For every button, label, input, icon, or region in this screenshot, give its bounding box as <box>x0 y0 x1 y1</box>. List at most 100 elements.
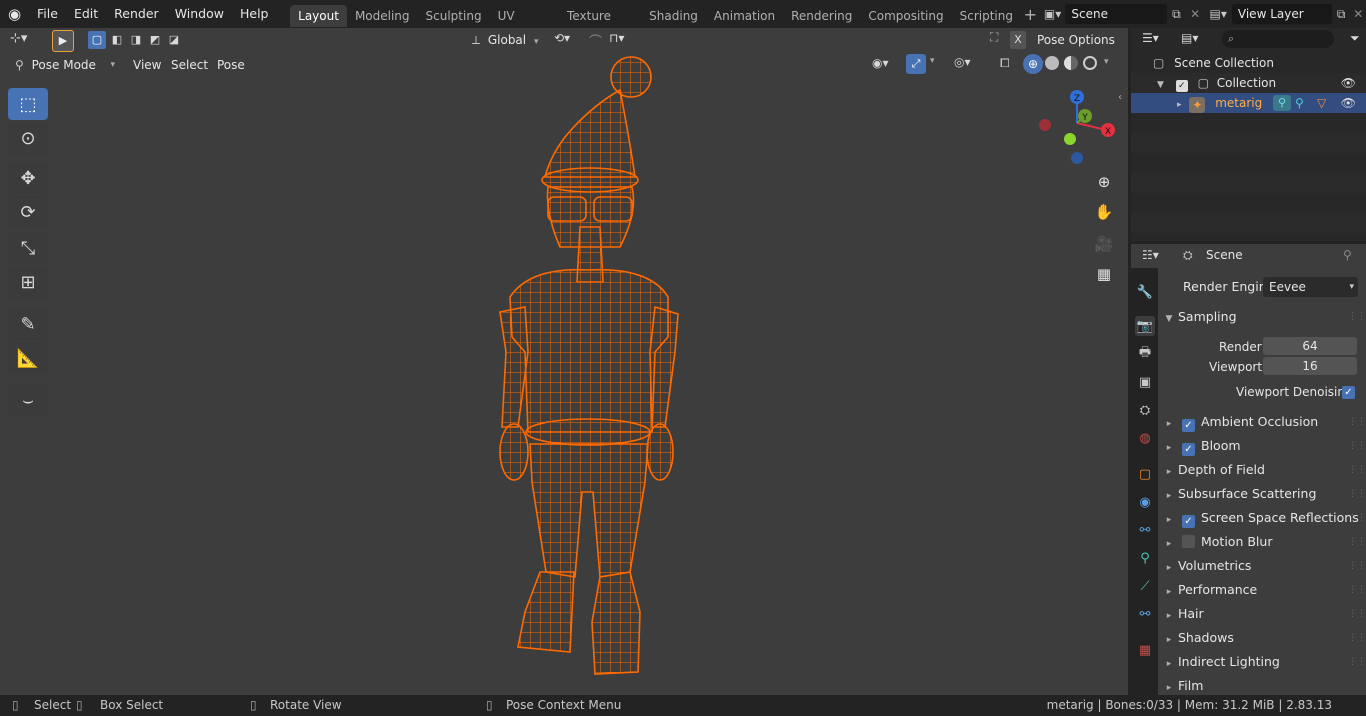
remove-scene-icon[interactable]: ✕ <box>1186 7 1205 21</box>
exclude-checkbox[interactable]: ✓ <box>1175 80 1188 92</box>
panel-performance[interactable]: ▸ Performance ⋮⋮ <box>1160 578 1366 602</box>
scene-name-field[interactable]: Scene <box>1065 4 1168 24</box>
drag-handle-icon[interactable]: ⋮⋮ <box>1348 410 1366 434</box>
texture-tab-icon[interactable]: ▦ <box>1135 640 1155 660</box>
ambient-occlusion-checkbox[interactable] <box>1182 419 1195 432</box>
render-engine-dropdown[interactable]: Eevee ▾ <box>1263 277 1358 297</box>
constraints-tab-icon[interactable]: ⚯ <box>1135 520 1155 540</box>
menu-file[interactable]: File <box>29 0 66 28</box>
pan-hand-icon[interactable]: ✋ <box>1092 200 1116 224</box>
armature-data-icon[interactable]: ⚲ <box>1295 93 1304 113</box>
drag-handle-icon[interactable]: ⋮⋮ <box>1348 554 1366 578</box>
menu-edit[interactable]: Edit <box>66 0 106 28</box>
filter-icon[interactable]: ⏷ <box>1350 31 1360 46</box>
zoom-icon[interactable]: ⊕ <box>1092 170 1116 194</box>
motion-blur-checkbox[interactable] <box>1182 535 1195 548</box>
panel-bloom[interactable]: ▸Bloom ⋮⋮ <box>1160 434 1366 458</box>
drag-handle-icon[interactable]: ⋮⋮ <box>1348 650 1366 674</box>
physics-tab-icon[interactable]: ◉ <box>1135 492 1155 512</box>
panel-screen-space-reflections[interactable]: ▸Screen Space Reflections ⋮⋮ <box>1160 506 1366 530</box>
overlays-toggle-icon[interactable]: ◎▾ <box>954 55 984 69</box>
panel-motion-blur[interactable]: ▸ Motion Blur ⋮⋮ <box>1160 530 1366 554</box>
shading-material-icon[interactable] <box>1064 56 1078 70</box>
annotate-tool-icon[interactable]: ✎ <box>8 308 48 340</box>
expand-icon[interactable]: ▸ <box>1177 100 1182 110</box>
armature-data-tab-icon[interactable]: ⚲ <box>1135 548 1155 568</box>
camera-view-icon[interactable]: 🎥 <box>1092 232 1116 256</box>
drag-handle-icon[interactable]: ⋮⋮ <box>1348 626 1366 650</box>
snap-toggle-icon[interactable]: ⌒ <box>589 31 609 50</box>
panel-hair[interactable]: ▸ Hair ⋮⋮ <box>1160 602 1366 626</box>
drag-handle-icon[interactable]: ⋮⋮ <box>1348 578 1366 602</box>
tab-compositing[interactable]: Compositing <box>860 5 951 27</box>
panel-ambient-occlusion[interactable]: ▸Ambient Occlusion ⋮⋮ <box>1160 410 1366 434</box>
bone-tab-icon[interactable]: ⟋ <box>1135 576 1155 596</box>
panel-volumetrics[interactable]: ▸ Volumetrics ⋮⋮ <box>1160 554 1366 578</box>
tab-scripting[interactable]: Scripting <box>952 5 1021 27</box>
tool-tab-icon[interactable]: 🔧 <box>1135 282 1155 302</box>
scene-tab-icon[interactable]: ⛭ <box>1135 400 1155 420</box>
xray-toggle-icon[interactable]: ⧠ <box>1000 56 1016 71</box>
eye-icon[interactable]: 👁 <box>1341 73 1356 93</box>
drag-handle-icon[interactable]: ⋮⋮ <box>1348 458 1366 482</box>
view-layer-selector-icon[interactable]: ▤▾ <box>1205 7 1232 21</box>
viewport-samples-field[interactable]: 16 <box>1263 357 1357 375</box>
perspective-toggle-icon[interactable]: ▦ <box>1092 262 1116 286</box>
tab-shading[interactable]: Shading <box>641 5 706 27</box>
selection-mode-invert-icon[interactable]: ◩ <box>146 31 164 49</box>
render-tab-icon[interactable]: 📷 <box>1135 316 1155 336</box>
render-samples-field[interactable]: 64 <box>1263 337 1357 355</box>
menu-window[interactable]: Window <box>167 0 232 28</box>
drag-handle-icon[interactable]: ⋮⋮ <box>1348 530 1366 554</box>
rotate-tool-icon[interactable]: ⟳ <box>8 196 48 228</box>
blender-logo-icon[interactable]: ◉ <box>0 5 29 23</box>
viewport-denoising-checkbox[interactable] <box>1342 386 1355 399</box>
pose-data-icon[interactable]: ⚲ <box>1273 95 1291 111</box>
add-workspace-icon[interactable]: + <box>1021 5 1040 24</box>
panel-depth-of-field[interactable]: ▸ Depth of Field ⋮⋮ <box>1160 458 1366 482</box>
outliner-row-collection[interactable]: ▼ ✓ ▢ Collection 👁 <box>1131 73 1366 93</box>
new-view-layer-icon[interactable]: ⧉ <box>1332 7 1351 22</box>
tab-layout[interactable]: Layout <box>290 4 347 27</box>
navigation-gizmo[interactable]: Z X Y <box>1034 86 1120 168</box>
mesh-data-icon[interactable]: ▽ <box>1317 93 1326 113</box>
eye-icon[interactable]: 👁 <box>1341 93 1356 113</box>
outliner-row-scene-collection[interactable]: ▢ Scene Collection <box>1131 53 1366 73</box>
drag-handle-icon[interactable]: ⋮⋮ <box>1348 482 1366 506</box>
screen-space-reflections-checkbox[interactable] <box>1182 515 1195 528</box>
transform-affect-icon[interactable]: ⛶ <box>990 30 1008 48</box>
select-tool-mode-icon[interactable]: ▶ <box>52 30 74 52</box>
panel-shadows[interactable]: ▸ Shadows ⋮⋮ <box>1160 626 1366 650</box>
drag-handle-icon[interactable]: ⋮⋮ <box>1348 506 1366 530</box>
drag-handle-icon[interactable]: ⋮⋮ <box>1348 434 1366 458</box>
snap-target-icon[interactable]: ⊓▾ <box>609 31 639 49</box>
outliner-search-input[interactable]: ⌕ <box>1222 30 1334 48</box>
tab-modeling[interactable]: Modeling <box>347 5 418 27</box>
cursor-tool-icon[interactable]: ⊙ <box>8 122 48 154</box>
x-mirror-toggle[interactable]: X <box>1010 31 1026 49</box>
editor-type-icon[interactable]: ⊹▾ <box>10 31 40 51</box>
scale-tool-icon[interactable]: ⤡ <box>8 232 48 264</box>
panel-indirect-lighting[interactable]: ▸ Indirect Lighting ⋮⋮ <box>1160 650 1366 674</box>
outliner-display-mode-icon[interactable]: ▤▾ <box>1181 31 1209 45</box>
drag-handle-icon[interactable]: ⋮⋮ <box>1348 602 1366 626</box>
transform-orientation-dropdown[interactable]: ⟂ Global ▾ <box>468 29 546 51</box>
collapse-sidebar-icon[interactable]: ‹ <box>1118 92 1122 103</box>
tab-texture-paint[interactable]: Texture Paint <box>559 5 641 45</box>
shading-options-icon[interactable]: ▾ <box>1104 57 1116 67</box>
tab-sculpting[interactable]: Sculpting <box>418 5 490 27</box>
menu-view[interactable]: View <box>127 54 168 76</box>
properties-editor-type-icon[interactable]: ☷▾ <box>1142 248 1170 262</box>
menu-select[interactable]: Select <box>165 54 215 76</box>
shading-rendered-icon[interactable] <box>1083 56 1097 70</box>
outliner-row-metarig[interactable]: ▸ ✦ metarig ⚲ ⚲ ▽ 👁 <box>1131 93 1366 113</box>
pin-icon[interactable]: ⚲ <box>1343 248 1352 262</box>
panel-subsurface-scattering[interactable]: ▸ Subsurface Scattering ⋮⋮ <box>1160 482 1366 506</box>
view-layer-field[interactable]: View Layer <box>1231 4 1332 24</box>
select-box-tool-icon[interactable]: ⬚ <box>8 88 48 120</box>
tab-uv-editing[interactable]: UV Editing <box>490 5 559 45</box>
shading-solid-icon[interactable] <box>1045 56 1059 70</box>
scene-selector-icon[interactable]: ▣▾ <box>1040 7 1066 21</box>
tab-animation[interactable]: Animation <box>706 5 783 27</box>
view-layer-tab-icon[interactable]: ▣ <box>1135 372 1155 392</box>
